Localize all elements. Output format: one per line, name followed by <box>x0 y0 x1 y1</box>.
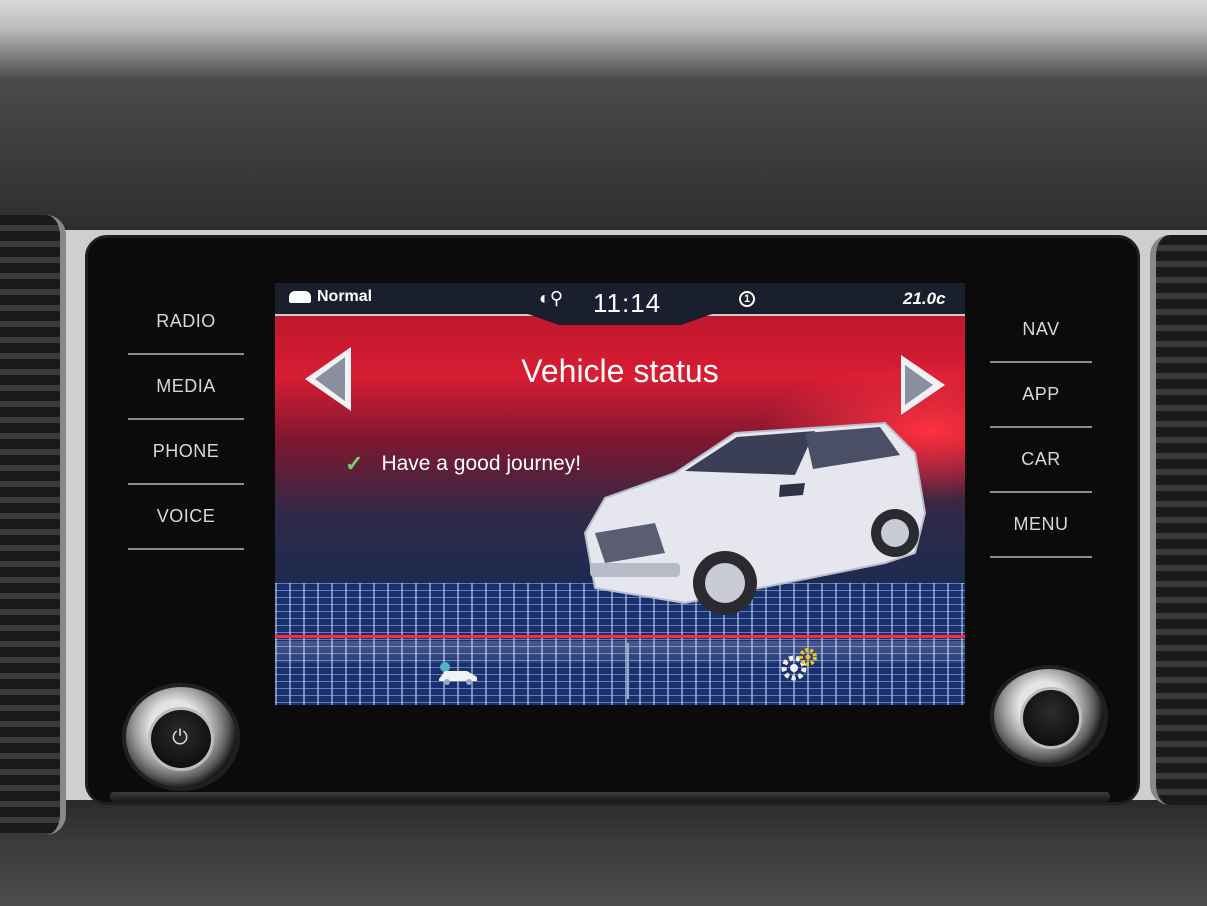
driver-assist-icon: ◐⚲ <box>539 288 564 308</box>
dashboard-bottom <box>0 800 1207 906</box>
notification-badge[interactable]: 1 <box>739 291 755 307</box>
drive-mode[interactable]: Normal <box>289 288 372 306</box>
bezel-lip <box>110 792 1110 802</box>
floor-accent-line <box>275 635 965 638</box>
nav-button[interactable]: NAV <box>990 298 1092 363</box>
check-icon: ✓ <box>345 451 364 476</box>
car-mini-icon <box>289 291 311 303</box>
dashboard-top <box>0 0 1207 230</box>
vehicle-illustration <box>583 421 927 615</box>
outside-temperature: 21.0c <box>903 289 946 308</box>
menu-button[interactable]: MENU <box>990 493 1092 558</box>
drive-mode-label: Normal <box>317 288 373 305</box>
status-message-text: Have a good journey! <box>381 452 582 475</box>
bottom-bar <box>275 641 965 663</box>
settings-gear-icon[interactable] <box>780 648 818 682</box>
status-bar: Normal ◐⚲ 11:14 1 21.0c <box>275 283 965 318</box>
arrow-right-icon[interactable] <box>901 355 945 415</box>
page-title: Vehicle status <box>521 353 719 389</box>
vehicle-status-message: ✓ Have a good journey! <box>345 451 581 477</box>
bottom-bar-divider <box>627 643 629 699</box>
volume-knob[interactable]: ⏻ <box>122 683 240 791</box>
tuning-knob-cap[interactable] <box>1020 687 1082 749</box>
voice-button[interactable]: VOICE <box>128 485 244 550</box>
app-button[interactable]: APP <box>990 363 1092 428</box>
status-bar-notch <box>525 313 715 325</box>
car-status-icon[interactable] <box>435 661 481 685</box>
touchscreen[interactable]: Normal ◐⚲ 11:14 1 21.0c Vehicle status ✓… <box>275 283 965 705</box>
hard-keys-right: NAV APP CAR MENU <box>990 298 1092 558</box>
tuning-knob[interactable] <box>990 665 1108 767</box>
phone-button[interactable]: PHONE <box>128 420 244 485</box>
car-button[interactable]: CAR <box>990 428 1092 493</box>
power-icon: ⏻ <box>172 727 188 749</box>
air-vent-left <box>0 215 66 835</box>
media-button[interactable]: MEDIA <box>128 355 244 420</box>
hard-keys-left: RADIO MEDIA PHONE VOICE <box>128 290 244 550</box>
radio-button[interactable]: RADIO <box>128 290 244 355</box>
air-vent-right <box>1150 235 1207 805</box>
power-button[interactable]: ⏻ <box>148 707 214 771</box>
